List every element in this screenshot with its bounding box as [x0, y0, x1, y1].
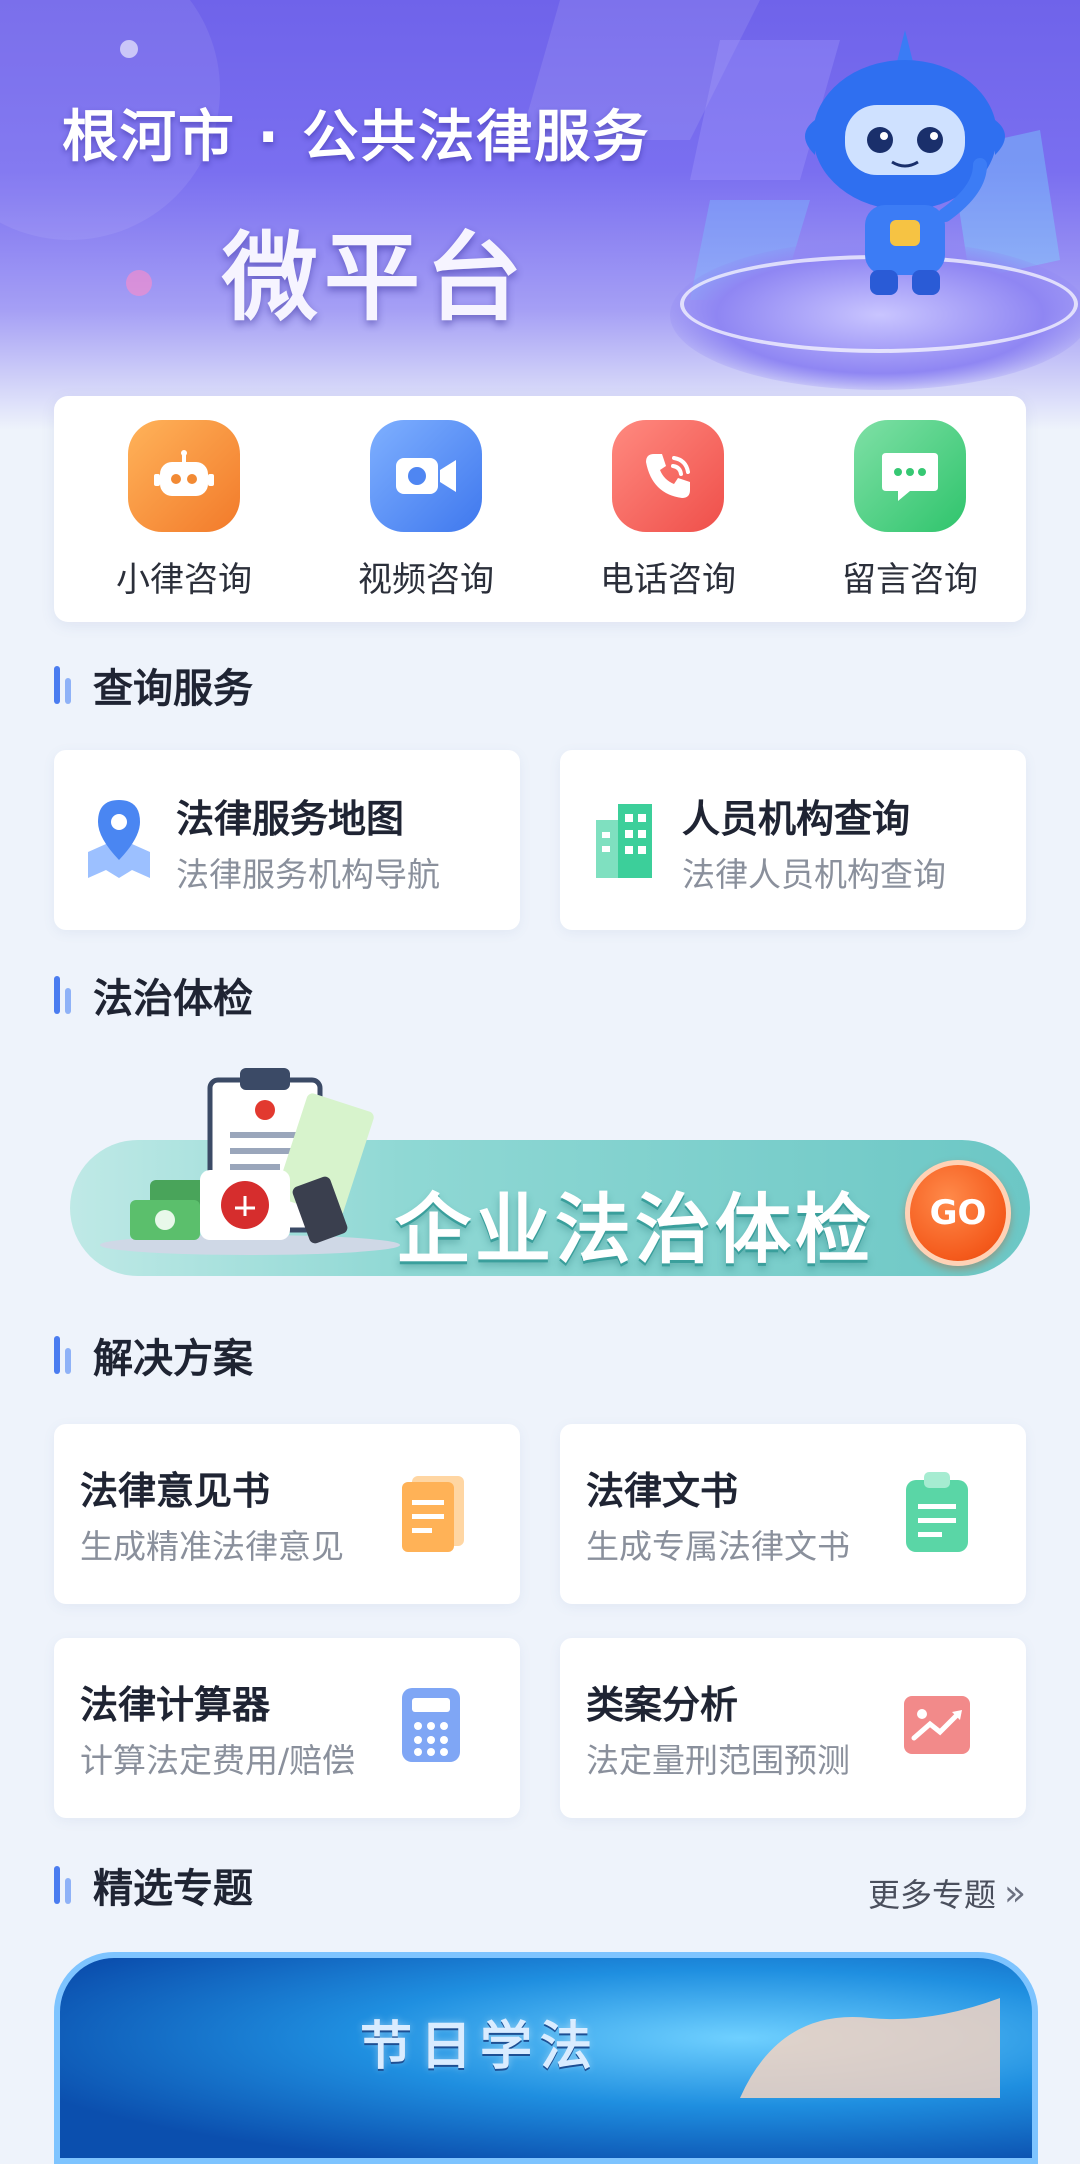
more-topics-label: 更多专题	[867, 1876, 996, 1914]
enterprise-health-check-banner[interactable]: 企业法治体检 GO	[70, 1060, 1030, 1290]
card-title: 法律文书	[586, 1469, 739, 1513]
quick-action-xiaolv[interactable]: 小律咨询	[94, 420, 274, 601]
health-check-text: 企业法治体检	[395, 1185, 875, 1274]
card-title: 类案分析	[586, 1683, 739, 1727]
card-legal-service-map[interactable]: 法律服务地图 法律服务机构导航	[54, 750, 520, 930]
card-case-analysis[interactable]: 类案分析 法定量刑范围预测	[560, 1638, 1026, 1818]
quick-actions-card: 小律咨询 视频咨询 电话咨询 留言咨询	[54, 396, 1026, 622]
card-title: 法律计算器	[80, 1683, 271, 1727]
map-pin-icon	[88, 800, 150, 878]
header-banner: 根河市 · 公共法律服务 微平台	[0, 0, 1080, 430]
card-legal-opinion[interactable]: 法律意见书 生成精准法律意见	[54, 1424, 520, 1604]
message-icon	[854, 420, 966, 532]
card-legal-documents[interactable]: 法律文书 生成专属法律文书	[560, 1424, 1026, 1604]
card-legal-calculator[interactable]: 法律计算器 计算法定费用/赔偿	[54, 1638, 520, 1818]
quick-action-video[interactable]: 视频咨询	[336, 420, 516, 601]
card-subtitle: 计算法定费用/赔偿	[80, 1741, 356, 1780]
featured-topic-banner[interactable]: 节日学法	[54, 1952, 1038, 2164]
quick-action-message[interactable]: 留言咨询	[820, 420, 1000, 601]
section-solutions-header: 解决方案	[54, 1330, 253, 1382]
hand-icon	[740, 1998, 1000, 2098]
section-query-header: 查询服务	[54, 660, 253, 712]
clipboard-icon	[906, 1472, 968, 1552]
quick-action-phone[interactable]: 电话咨询	[578, 420, 758, 601]
phone-icon	[612, 420, 724, 532]
chart-icon	[904, 1696, 970, 1754]
card-subtitle: 法定量刑范围预测	[586, 1741, 850, 1780]
banner-subtitle: 微平台	[222, 222, 528, 334]
section-title: 法治体检	[93, 976, 253, 1022]
section-marker-icon	[54, 1866, 71, 1904]
document-icon	[402, 1476, 464, 1552]
card-personnel-query[interactable]: 人员机构查询 法律人员机构查询	[560, 750, 1026, 930]
banner-title: 根河市 · 公共法律服务	[62, 105, 651, 170]
card-subtitle: 生成专属法律文书	[586, 1527, 850, 1566]
section-featured-header: 精选专题	[54, 1860, 253, 1912]
double-chevron-right-icon: »	[1003, 1872, 1026, 1914]
calculator-icon	[402, 1688, 460, 1762]
mascot-robot-icon	[805, 30, 1005, 295]
more-topics-link[interactable]: 更多专题 »	[868, 1870, 1026, 1916]
section-marker-icon	[54, 666, 71, 704]
card-subtitle: 法律人员机构查询	[682, 855, 946, 894]
quick-action-label: 小律咨询	[116, 560, 252, 600]
video-camera-icon	[370, 420, 482, 532]
section-title: 查询服务	[93, 666, 253, 712]
section-marker-icon	[54, 976, 71, 1014]
section-title: 解决方案	[93, 1336, 253, 1382]
card-subtitle: 法律服务机构导航	[176, 855, 440, 894]
card-title: 法律意见书	[80, 1469, 271, 1513]
go-button[interactable]: GO	[905, 1160, 1011, 1266]
quick-action-label: 留言咨询	[842, 560, 978, 600]
medical-report-icon	[100, 1068, 400, 1255]
card-title: 法律服务地图	[176, 797, 405, 841]
card-title: 人员机构查询	[682, 797, 911, 841]
quick-action-label: 视频咨询	[358, 560, 494, 600]
robot-icon	[128, 420, 240, 532]
section-marker-icon	[54, 1336, 71, 1374]
building-icon	[596, 804, 652, 878]
quick-action-label: 电话咨询	[600, 560, 736, 600]
section-health-header: 法治体检	[54, 970, 253, 1022]
featured-banner-text: 节日学法	[360, 2017, 601, 2077]
section-title: 精选专题	[93, 1866, 253, 1912]
card-subtitle: 生成精准法律意见	[80, 1527, 344, 1566]
